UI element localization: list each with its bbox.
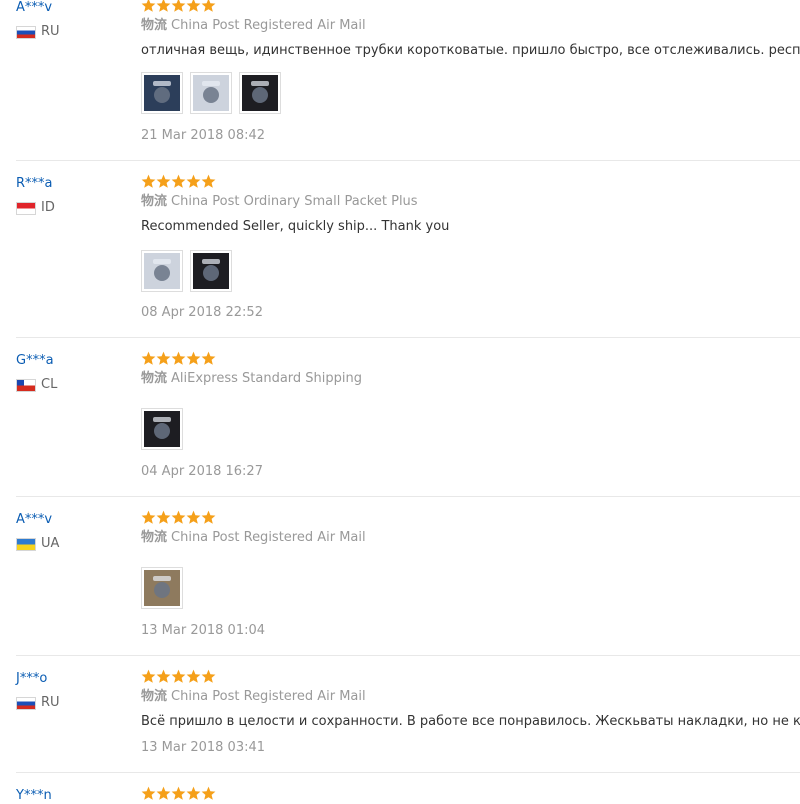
reviewer-country: UA: [16, 536, 59, 552]
country-code: ID: [41, 200, 55, 215]
shipping-method: AliExpress Standard Shipping: [171, 371, 363, 386]
star-icon: [156, 510, 171, 524]
star-icon: [201, 174, 216, 188]
shipping-method: China Post Ordinary Small Packet Plus: [171, 194, 418, 209]
review-photos: [141, 567, 183, 609]
shipping-info: 物流 China Post Registered Air Mail: [141, 18, 366, 34]
star-icon: [186, 669, 201, 683]
reviewer-name-link[interactable]: J***o: [16, 671, 47, 687]
star-icon: [201, 669, 216, 683]
star-rating: [141, 351, 216, 369]
review-divider: [16, 496, 800, 497]
star-icon: [186, 174, 201, 188]
review-photo-thumbnail[interactable]: [141, 408, 183, 450]
reviewer-name-link[interactable]: Y***n: [16, 788, 52, 804]
star-rating: [141, 0, 216, 16]
review-date: 13 Mar 2018 03:41: [141, 740, 266, 755]
shipping-method: China Post Registered Air Mail: [171, 689, 366, 704]
reviewer-country: CL: [16, 377, 57, 393]
review-text: Recommended Seller, quickly ship... Than…: [141, 219, 450, 234]
star-icon: [141, 669, 156, 683]
country-code: UA: [41, 536, 60, 551]
shipping-label: 物流: [141, 371, 168, 386]
star-icon: [186, 0, 201, 12]
star-rating: [141, 510, 216, 528]
review-text: отличная вещь, идинственное трубки корот…: [141, 43, 800, 58]
star-icon: [171, 669, 186, 683]
feedback-list: A***v RU 物流 China Post Registered Air Mail о…: [0, 0, 800, 803]
star-icon: [141, 510, 156, 524]
review-photo-thumbnail[interactable]: [239, 72, 281, 114]
reviewer-name-link[interactable]: A***v: [16, 0, 52, 16]
review-photos: [141, 72, 281, 114]
review-divider: [16, 160, 800, 161]
reviewer-name-link[interactable]: A***v: [16, 512, 52, 528]
star-icon: [156, 0, 171, 12]
star-icon: [171, 510, 186, 524]
shipping-info: 物流 AliExpress Standard Shipping: [141, 371, 362, 387]
star-icon: [141, 0, 156, 12]
star-icon: [171, 174, 186, 188]
star-icon: [171, 786, 186, 800]
star-icon: [141, 174, 156, 188]
country-flag-icon: [16, 696, 36, 710]
review-divider: [16, 655, 800, 656]
country-flag-icon: [16, 537, 36, 551]
country-flag-icon: [16, 378, 36, 392]
shipping-label: 物流: [141, 18, 168, 33]
star-icon: [141, 351, 156, 365]
star-rating: [141, 669, 216, 687]
review-photos: [141, 408, 183, 450]
reviewer-name-link[interactable]: R***a: [16, 176, 53, 192]
star-icon: [171, 0, 186, 12]
reviewer-name-link[interactable]: G***a: [16, 353, 54, 369]
shipping-info: 物流 China Post Ordinary Small Packet Plus: [141, 194, 418, 210]
review-photo-thumbnail[interactable]: [141, 250, 183, 292]
country-code: RU: [41, 24, 60, 39]
shipping-info: 物流 China Post Registered Air Mail: [141, 530, 366, 546]
review-photo-thumbnail[interactable]: [190, 72, 232, 114]
review-photo-thumbnail[interactable]: [190, 250, 232, 292]
review-date: 21 Mar 2018 08:42: [141, 128, 266, 143]
country-code: CL: [41, 377, 58, 392]
star-icon: [186, 510, 201, 524]
review-text: Всё пришло в целости и сохранности. В ра…: [141, 714, 800, 729]
review-photo-thumbnail[interactable]: [141, 567, 183, 609]
star-icon: [201, 351, 216, 365]
star-icon: [201, 786, 216, 800]
shipping-label: 物流: [141, 194, 168, 209]
review-divider: [16, 772, 800, 773]
review-date: 04 Apr 2018 16:27: [141, 464, 263, 479]
shipping-info: 物流 China Post Registered Air Mail: [141, 689, 366, 705]
star-icon: [186, 351, 201, 365]
star-icon: [156, 786, 171, 800]
review-photos: [141, 250, 232, 292]
review-photo-thumbnail[interactable]: [141, 72, 183, 114]
shipping-method: China Post Registered Air Mail: [171, 530, 366, 545]
reviewer-country: RU: [16, 695, 60, 711]
review-date: 08 Apr 2018 22:52: [141, 305, 263, 320]
star-icon: [141, 786, 156, 800]
star-icon: [201, 0, 216, 12]
star-icon: [156, 351, 171, 365]
star-icon: [171, 351, 186, 365]
star-icon: [201, 510, 216, 524]
star-icon: [186, 786, 201, 800]
reviewer-country: ID: [16, 200, 55, 216]
star-icon: [156, 669, 171, 683]
country-flag-icon: [16, 25, 36, 39]
reviewer-country: RU: [16, 24, 60, 40]
review-date: 13 Mar 2018 01:04: [141, 623, 266, 638]
shipping-method: China Post Registered Air Mail: [171, 18, 366, 33]
country-flag-icon: [16, 201, 36, 215]
star-icon: [156, 174, 171, 188]
shipping-label: 物流: [141, 689, 168, 704]
shipping-label: 物流: [141, 530, 168, 545]
star-rating: [141, 174, 216, 192]
star-rating: [141, 786, 216, 804]
country-code: RU: [41, 695, 60, 710]
review-divider: [16, 337, 800, 338]
